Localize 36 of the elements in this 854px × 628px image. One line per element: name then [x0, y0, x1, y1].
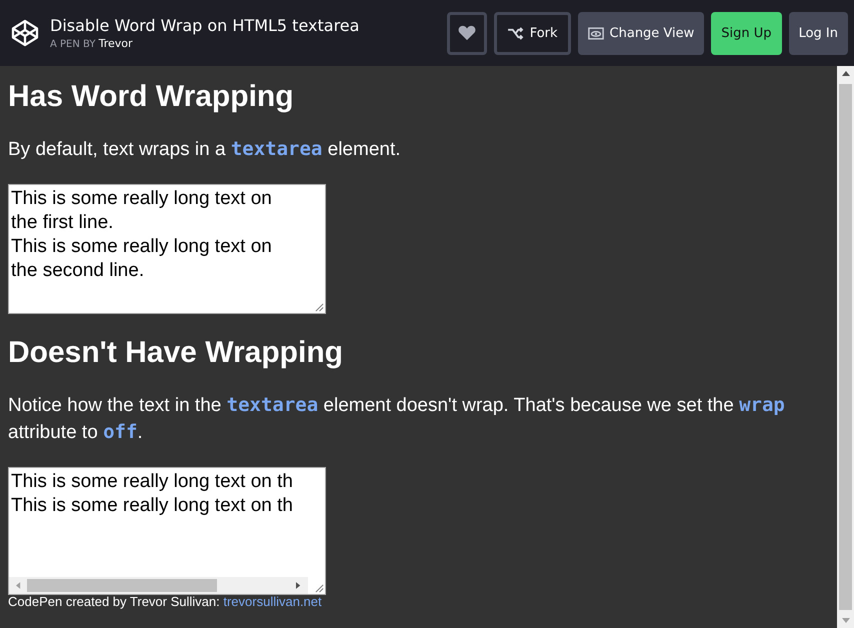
- section-heading: Doesn't Have Wrapping: [8, 336, 344, 370]
- vertical-scrollbar[interactable]: [837, 66, 854, 628]
- footer-text: CodePen created by Trevor Sullivan:: [8, 594, 220, 609]
- fork-button[interactable]: Fork: [494, 12, 571, 54]
- resize-grip-icon[interactable]: [315, 303, 324, 312]
- heart-icon: [458, 25, 476, 41]
- paragraph: Notice how the text in the textarea element doesn't wrap. That's because we set the wrap attribute to off.: [8, 393, 786, 445]
- text-line: This is some really long text on th: [11, 494, 294, 518]
- footer-link[interactable]: trevorsullivan.net: [223, 594, 322, 609]
- text-line: This is some really long text on th: [11, 470, 294, 494]
- text-line: the second line.: [11, 259, 146, 283]
- sign-up-button[interactable]: Sign Up: [711, 12, 782, 54]
- textarea-field[interactable]: This is some really long text on the first line. This is some really long text on the second line.: [8, 184, 326, 314]
- text-line: This is some really long text on: [11, 187, 273, 211]
- text-line: the first line.: [11, 211, 114, 235]
- pen-title: Disable Word Wrap on HTML5 textarea: [50, 16, 360, 35]
- scrollbar-thumb[interactable]: [27, 579, 217, 592]
- resize-grip-icon[interactable]: [315, 584, 324, 593]
- heart-button[interactable]: [446, 12, 487, 54]
- horizontal-scrollbar[interactable]: [9, 577, 308, 594]
- section-heading: Has Word Wrapping: [8, 80, 295, 114]
- cube-logo-icon[interactable]: [10, 18, 40, 48]
- eye-icon: [588, 26, 604, 40]
- left-arrow-icon[interactable]: [16, 582, 21, 589]
- scrollbar-thumb[interactable]: [839, 84, 852, 610]
- author-link[interactable]: Trevor: [98, 37, 133, 50]
- change-view-button[interactable]: Change View: [578, 12, 704, 54]
- byline-label: A PEN BY: [50, 39, 96, 50]
- fork-icon: [506, 26, 524, 40]
- down-arrow-icon[interactable]: [842, 618, 850, 623]
- up-arrow-icon[interactable]: [842, 71, 850, 76]
- textarea-field[interactable]: This is some really long text on th This is some really long text on th: [8, 467, 326, 595]
- text-line: This is some really long text on: [11, 235, 273, 259]
- paragraph: By default, text wraps in a textarea element.: [8, 137, 402, 162]
- log-in-button[interactable]: Log In: [788, 12, 848, 54]
- right-arrow-icon[interactable]: [296, 582, 301, 589]
